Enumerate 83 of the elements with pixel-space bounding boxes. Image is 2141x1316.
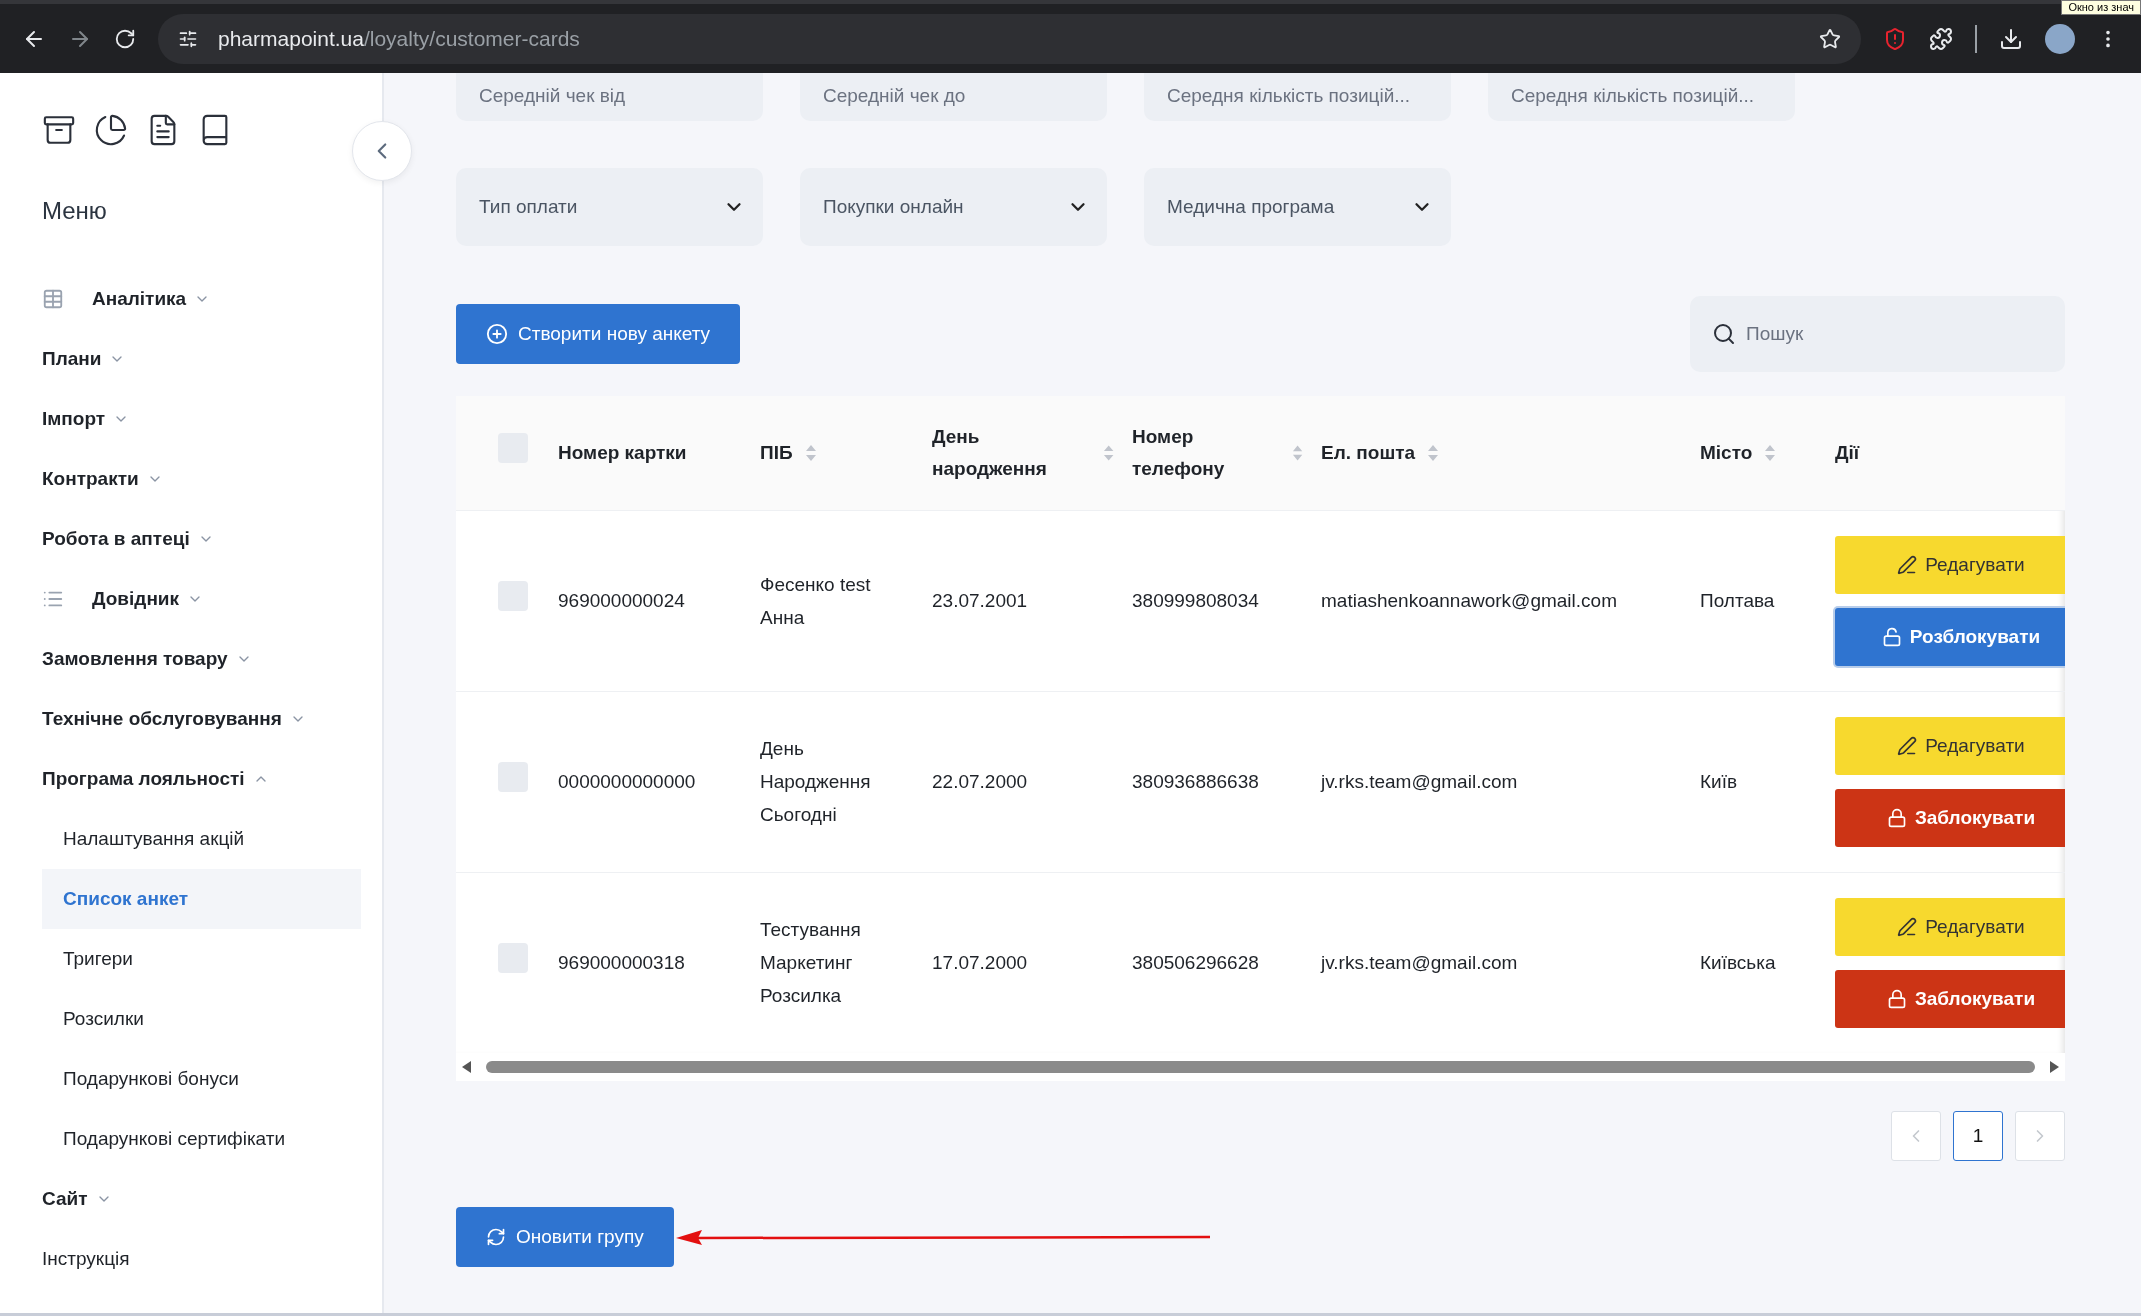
table-cell-text: Тестування Маркетинг Розсилка (760, 918, 862, 1009)
scroll-left-icon[interactable] (462, 1061, 472, 1073)
filter-field[interactable]: Середня кількість позицій... (1488, 73, 1795, 121)
filter-select[interactable]: Медична програма (1144, 168, 1451, 246)
menu-group[interactable]: Технічне обслуговування (42, 689, 382, 749)
filter-field[interactable]: Середня кількість позицій... (1144, 73, 1451, 121)
pie-chart-icon[interactable] (94, 113, 128, 147)
create-button[interactable]: Створити нову анкету (456, 304, 741, 364)
menu-group[interactable]: Замовлення товару (42, 629, 382, 689)
refresh-button[interactable]: Оновити групу (456, 1207, 674, 1267)
filter-field[interactable]: Середній чек до (800, 73, 1107, 121)
table-cell: jv.rks.team@gmail.com (1321, 952, 1518, 974)
table-cell: jv.rks.team@gmail.com (1321, 771, 1518, 792)
table-cell: 17.07.2000 (932, 952, 1028, 974)
tooltip: Окно из знач (2061, 0, 2141, 15)
menu-group[interactable]: Контракти (42, 449, 382, 509)
horizontal-scrollbar[interactable] (456, 1053, 2065, 1081)
submenu-item[interactable]: Подарункові сертифікати (42, 1109, 361, 1169)
table-cell: 380506296628 (1132, 952, 1259, 974)
edit-button[interactable]: Редагувати (1835, 535, 2065, 594)
column-header[interactable]: Місто (1700, 436, 1753, 469)
column-header: Дії (1835, 440, 1860, 465)
page-button[interactable]: 1 (1953, 1111, 2003, 1161)
table-cell-text: Фесенко test Анна (760, 572, 872, 630)
table-cell: Київська (1700, 952, 1776, 974)
edit-button[interactable]: Редагувати (1835, 716, 2065, 775)
submenu-item[interactable]: Тригери (42, 929, 361, 989)
table-cell: 22.07.2000 (932, 771, 1028, 792)
table-icon (42, 288, 64, 310)
menu-link[interactable]: Інструкція (42, 1229, 382, 1289)
filter-select[interactable]: Тип оплати (456, 168, 763, 246)
table-cell: Київ (1700, 771, 1738, 792)
table-cell: Полтава (1700, 590, 1775, 611)
lock-icon (1886, 807, 1907, 828)
plus-circle-icon (486, 323, 508, 345)
block-button[interactable]: Заблокувати (1835, 969, 2065, 1028)
menu-group[interactable]: Імпорт (42, 389, 382, 449)
menu-group[interactable]: Робота в аптеці (42, 509, 382, 569)
filter-field[interactable]: Середній чек від (456, 73, 763, 121)
table-cell: 380936886638 (1132, 771, 1259, 792)
unlock-icon (1881, 626, 1902, 647)
download-icon[interactable] (1999, 26, 2023, 51)
reload-icon[interactable] (114, 27, 136, 50)
column-header[interactable]: ПІБ (760, 436, 793, 469)
table-cell: 0000000000000 (558, 771, 696, 792)
submenu-item[interactable]: Список анкет (42, 869, 361, 929)
column-header[interactable]: Ел. пошта (1321, 436, 1416, 469)
table-cell: 23.07.2001 (932, 590, 1028, 611)
pen-icon (1897, 735, 1918, 756)
url-text: pharmapoint.ua/loyalty/customer-cards (218, 26, 581, 51)
table-cell: matiashenkoannawork@gmail.com (1321, 590, 1617, 611)
table-cell: 969000000024 (558, 590, 685, 611)
submenu-item[interactable]: Налаштування акцій (42, 809, 361, 869)
table-cell: 380999808034 (1132, 590, 1259, 611)
search-field[interactable]: Пошук (1690, 296, 2065, 372)
filter-select[interactable]: Покупки онлайн (800, 168, 1107, 246)
refresh-icon (486, 1227, 506, 1247)
search-icon (1712, 322, 1736, 346)
site-settings-icon[interactable] (178, 28, 198, 49)
menu-group[interactable]: Довідник (42, 569, 382, 629)
scroll-right-icon[interactable] (2049, 1061, 2059, 1073)
menu-group[interactable]: Аналітика (42, 269, 382, 329)
star-icon[interactable] (1819, 27, 1841, 50)
pen-icon (1897, 554, 1918, 575)
submenu-item[interactable]: Подарункові бонуси (42, 1049, 361, 1109)
menu-group[interactable]: Програма лояльності (42, 749, 382, 809)
table-cell-text: День Народження Сьогодні (760, 737, 872, 827)
edit-button[interactable]: Редагувати (1835, 897, 2065, 956)
table-cell: 969000000318 (558, 952, 685, 974)
shield-icon[interactable] (1883, 26, 1907, 51)
block-button[interactable]: Заблокувати (1835, 788, 2065, 847)
column-header: Номер картки (558, 440, 687, 465)
menu-group[interactable]: Сайт (42, 1169, 382, 1229)
unblock-button[interactable]: Розблокувати (1835, 607, 2065, 666)
lock-icon (1886, 988, 1907, 1009)
pen-icon (1897, 916, 1918, 937)
puzzle-icon[interactable] (1929, 26, 1953, 51)
archive-icon[interactable] (42, 113, 76, 147)
address-bar[interactable]: pharmapoint.ua/loyalty/customer-cards (158, 13, 1861, 64)
menu-title: Меню (42, 197, 108, 225)
menu-group[interactable]: Плани (42, 329, 382, 389)
submenu-item[interactable]: Розсилки (42, 989, 361, 1049)
profile-avatar[interactable] (2045, 23, 2075, 54)
